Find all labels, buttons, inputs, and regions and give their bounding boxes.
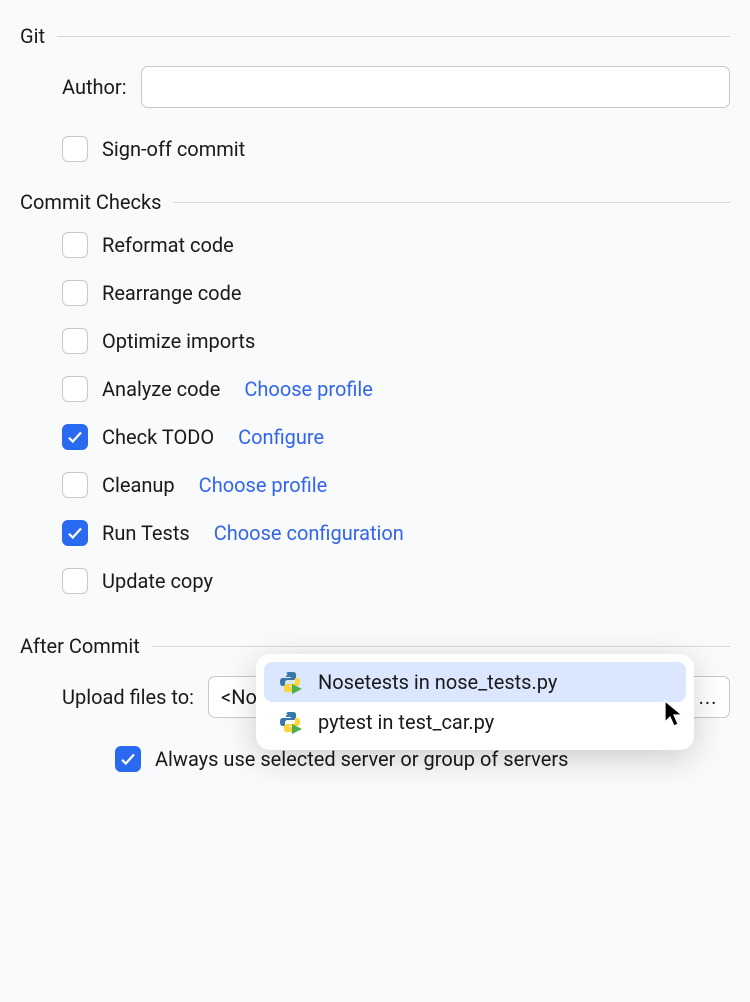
popup-item-label: Nosetests in nose_tests.py xyxy=(318,670,557,694)
always-use-server-checkbox[interactable] xyxy=(115,746,141,772)
analyze-label: Analyze code xyxy=(102,377,220,401)
check-todo-configure-link[interactable]: Configure xyxy=(238,425,324,449)
python-run-icon xyxy=(278,710,302,734)
git-section-title: Git xyxy=(20,24,45,48)
analyze-checkbox[interactable] xyxy=(62,376,88,402)
signoff-label: Sign-off commit xyxy=(102,137,245,161)
divider xyxy=(152,646,730,647)
divider xyxy=(173,202,730,203)
signoff-checkbox[interactable] xyxy=(62,136,88,162)
git-section-header: Git xyxy=(20,24,730,48)
popup-item-pytest[interactable]: pytest in test_car.py xyxy=(264,702,686,742)
check-todo-label: Check TODO xyxy=(102,425,214,449)
update-copy-label: Update copy xyxy=(102,569,213,593)
check-todo-checkbox[interactable] xyxy=(62,424,88,450)
after-commit-section-title: After Commit xyxy=(20,634,140,658)
rearrange-checkbox[interactable] xyxy=(62,280,88,306)
mouse-cursor-icon xyxy=(663,700,685,728)
run-tests-choose-config-link[interactable]: Choose configuration xyxy=(214,521,404,545)
cleanup-choose-profile-link[interactable]: Choose profile xyxy=(199,473,328,497)
optimize-checkbox[interactable] xyxy=(62,328,88,354)
cleanup-label: Cleanup xyxy=(102,473,175,497)
popup-item-label: pytest in test_car.py xyxy=(318,710,494,734)
run-configuration-popup: Nosetests in nose_tests.py pytest in tes… xyxy=(256,654,694,750)
optimize-label: Optimize imports xyxy=(102,329,255,353)
upload-label: Upload files to: xyxy=(62,685,194,709)
python-run-icon xyxy=(278,670,302,694)
analyze-choose-profile-link[interactable]: Choose profile xyxy=(244,377,373,401)
popup-item-nosetests[interactable]: Nosetests in nose_tests.py xyxy=(264,662,686,702)
reformat-label: Reformat code xyxy=(102,233,234,257)
commit-checks-section-title: Commit Checks xyxy=(20,190,161,214)
run-tests-label: Run Tests xyxy=(102,521,190,545)
reformat-checkbox[interactable] xyxy=(62,232,88,258)
cleanup-checkbox[interactable] xyxy=(62,472,88,498)
commit-checks-section-header: Commit Checks xyxy=(20,190,730,214)
rearrange-label: Rearrange code xyxy=(102,281,241,305)
author-label: Author: xyxy=(62,75,127,99)
always-use-server-label: Always use selected server or group of s… xyxy=(155,747,568,771)
divider xyxy=(57,36,730,37)
author-input[interactable] xyxy=(141,66,730,108)
run-tests-checkbox[interactable] xyxy=(62,520,88,546)
update-copy-checkbox[interactable] xyxy=(62,568,88,594)
